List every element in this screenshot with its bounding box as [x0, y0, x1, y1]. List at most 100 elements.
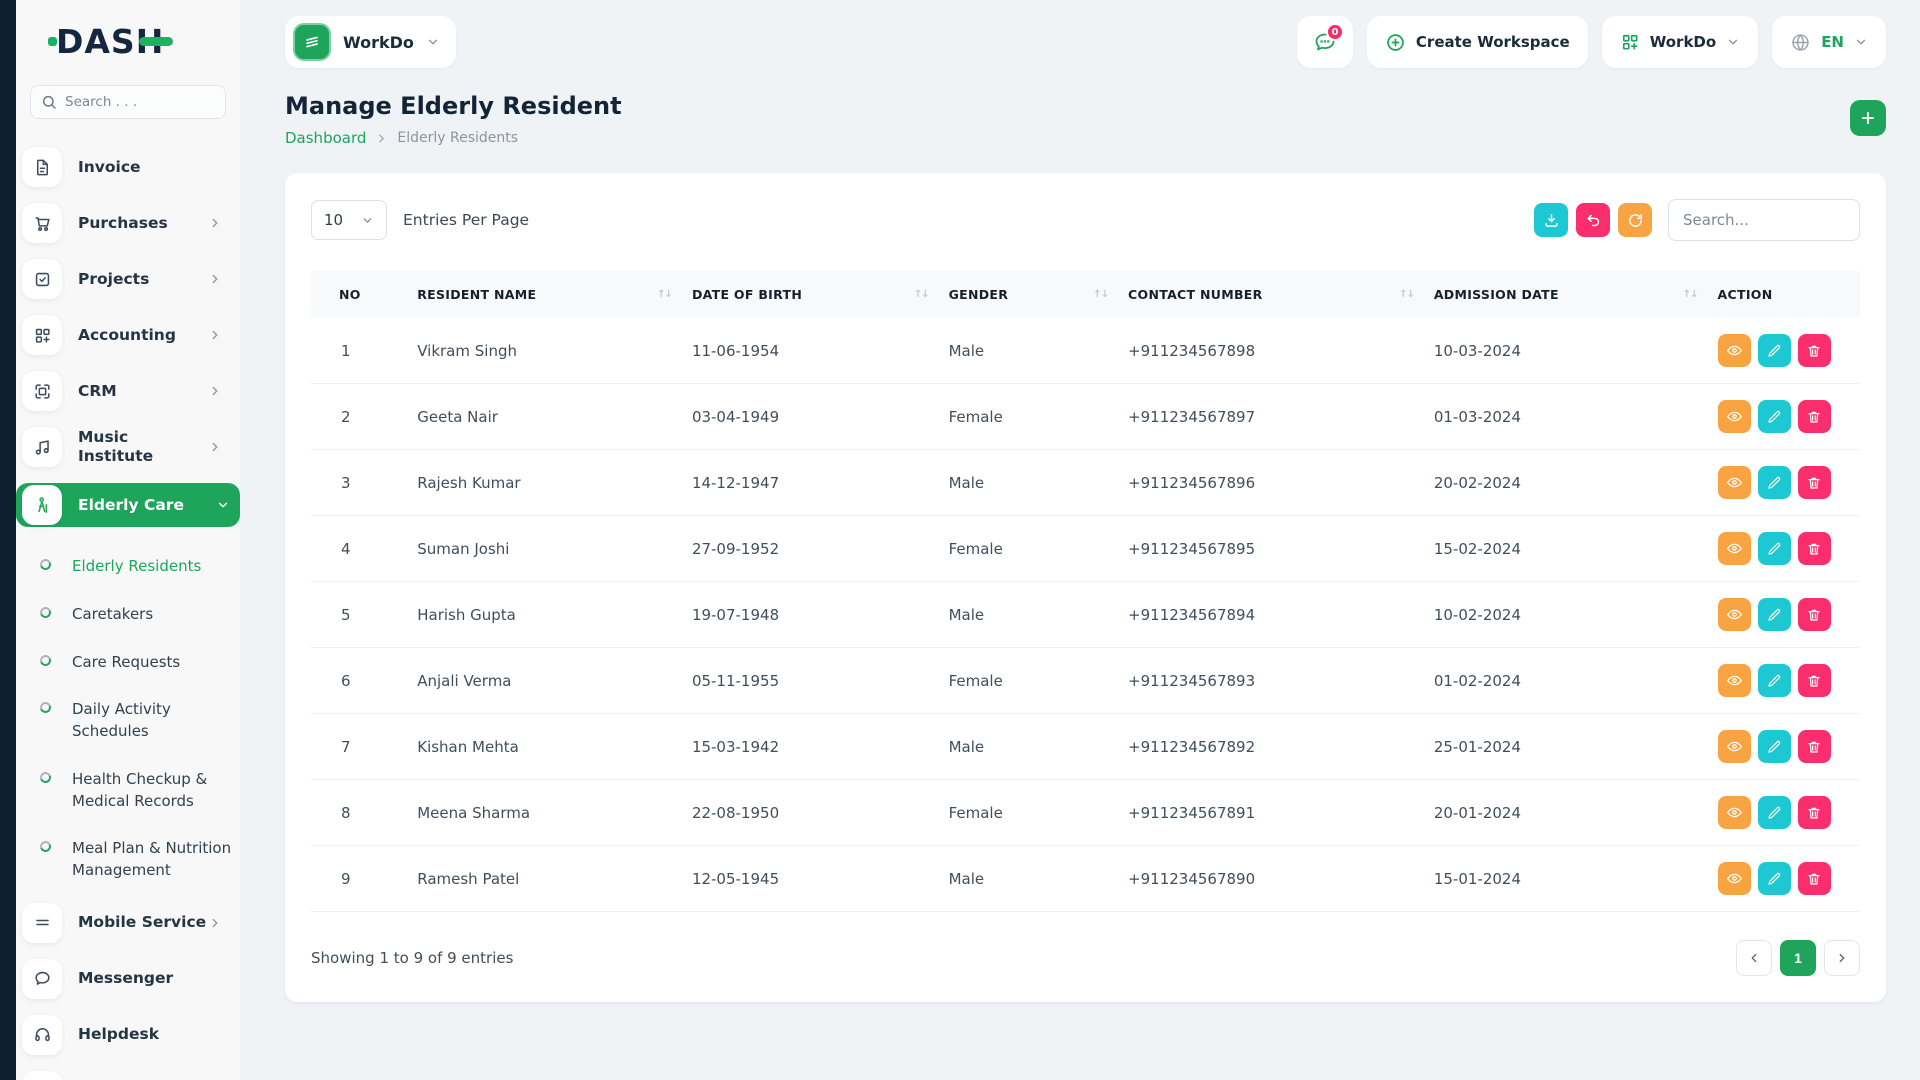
edit-button[interactable] [1757, 400, 1791, 433]
sidebar-subitem-caretakers[interactable]: Caretakers [22, 591, 232, 639]
sidebar-item-messenger[interactable]: Messenger [22, 958, 232, 999]
delete-button[interactable] [1797, 730, 1831, 763]
edit-button[interactable] [1757, 532, 1791, 565]
view-button[interactable] [1717, 796, 1751, 829]
view-button[interactable] [1717, 598, 1751, 631]
bullet-icon [38, 604, 53, 620]
delete-button[interactable] [1797, 598, 1831, 631]
sidebar-item-label: Purchases [78, 213, 168, 232]
sidebar-item-purchases[interactable]: Purchases [22, 203, 232, 243]
column-header-action: ACTION [1707, 271, 1860, 318]
chevron-right-icon [208, 440, 222, 454]
view-button[interactable] [1717, 730, 1751, 763]
sidebar-subitem-meal-plan-nutrition[interactable]: Meal Plan & Nutrition Management [22, 825, 232, 895]
view-button[interactable] [1717, 862, 1751, 895]
delete-button[interactable] [1797, 466, 1831, 499]
table-header-row: NO RESIDENT NAME ↑↓ DATE OF BIRTH ↑↓ GENDE… [311, 271, 1860, 318]
residents-table: NO RESIDENT NAME ↑↓ DATE OF BIRTH ↑↓ GENDE… [311, 271, 1860, 912]
delete-button[interactable] [1797, 334, 1831, 367]
messages-button[interactable]: 0 [1296, 16, 1353, 68]
chevron-right-icon [208, 328, 222, 342]
table-row: 6 Anjali Verma 05-11-1955 Female +9112345678… [311, 647, 1860, 714]
sidebar-subitem-care-requests[interactable]: Care Requests [22, 639, 232, 687]
view-button[interactable] [1717, 664, 1751, 697]
view-button[interactable] [1717, 400, 1751, 433]
entries-value: 10 [324, 211, 344, 229]
page-number-button[interactable]: 1 [1780, 940, 1816, 976]
workspace-switcher[interactable]: WorkDo [285, 16, 456, 68]
view-button[interactable] [1717, 466, 1751, 499]
delete-button[interactable] [1797, 400, 1831, 433]
app-logo: DASH [48, 22, 232, 61]
sidebar-subitem-daily-activity-schedules[interactable]: Daily Activity Schedules [22, 686, 232, 756]
workspace-logo-icon [293, 23, 331, 61]
sidebar-nav: Invoice Purchases Projects Accounting CR… [16, 147, 240, 1080]
breadcrumb-dashboard-link[interactable]: Dashboard [285, 129, 366, 147]
edit-button[interactable] [1757, 598, 1791, 631]
sidebar-item-label: Mobile Service [78, 913, 207, 932]
invoice-icon [22, 147, 62, 187]
main-area: WorkDo 0 Create Workspace WorkDo EN Mana… [240, 0, 1920, 1080]
edit-button[interactable] [1757, 334, 1791, 367]
sidebar-item-elderly-care[interactable]: Elderly Care [16, 483, 240, 527]
delete-button[interactable] [1797, 532, 1831, 565]
page-title: Manage Elderly Resident [285, 92, 622, 120]
view-button[interactable] [1717, 334, 1751, 367]
table-row: 1 Vikram Singh 11-06-1954 Male +911234567898… [311, 318, 1860, 384]
residents-card: 10 Entries Per Page Search... NO RESIDEN… [285, 173, 1886, 1002]
column-header-resident-name[interactable]: RESIDENT NAME ↑↓ [407, 271, 682, 318]
add-resident-button[interactable] [1850, 100, 1886, 136]
delete-button[interactable] [1797, 796, 1831, 829]
sidebar-item-crm[interactable]: CRM [22, 371, 232, 411]
sort-icon: ↑↓ [913, 289, 930, 300]
edit-button[interactable] [1757, 730, 1791, 763]
sidebar-item-projects[interactable]: Projects [22, 259, 232, 299]
sidebar-item-music-institute[interactable]: Music Institute [22, 427, 232, 467]
create-workspace-button[interactable]: Create Workspace [1366, 16, 1588, 68]
sidebar-item-accounting[interactable]: Accounting [22, 315, 232, 355]
sidebar-item-helpdesk[interactable]: Helpdesk [22, 1014, 232, 1055]
sidebar-item-settings[interactable]: Settings [22, 1070, 232, 1080]
prev-page-button[interactable] [1736, 940, 1772, 976]
pagination: 1 [1736, 940, 1860, 976]
logo-accent-bar [139, 37, 174, 46]
column-header-admission-date[interactable]: ADMISSION DATE ↑↓ [1423, 271, 1708, 318]
sidebar-item-invoice[interactable]: Invoice [22, 147, 232, 187]
table-search [1668, 199, 1860, 241]
view-button[interactable] [1717, 532, 1751, 565]
next-page-button[interactable] [1824, 940, 1860, 976]
column-header-contact-number[interactable]: CONTACT NUMBER ↑↓ [1118, 271, 1424, 318]
delete-button[interactable] [1797, 664, 1831, 697]
workdo-menu-label: WorkDo [1649, 33, 1717, 51]
check-square-icon [22, 259, 62, 299]
sidebar-item-label: Invoice [78, 157, 141, 176]
sidebar-item-label: Elderly Care [78, 495, 184, 514]
reset-undo-button[interactable] [1576, 203, 1610, 237]
refresh-button[interactable] [1618, 203, 1652, 237]
sidebar-item-mobile-service[interactable]: Mobile Service [22, 902, 232, 943]
sidebar-subitem-health-checkup-medical-records[interactable]: Health Checkup & Medical Records [22, 756, 232, 826]
edit-button[interactable] [1757, 862, 1791, 895]
language-selector[interactable]: EN [1772, 16, 1886, 68]
sidebar-subitem-elderly-residents[interactable]: Elderly Residents [22, 543, 232, 591]
bullet-icon [38, 700, 53, 716]
search-icon [42, 95, 56, 109]
column-header-date-of-birth[interactable]: DATE OF BIRTH ↑↓ [681, 271, 939, 318]
chevron-down-icon [1726, 35, 1740, 49]
sidebar-item-label: Projects [78, 269, 150, 288]
export-download-button[interactable] [1534, 203, 1568, 237]
menu-lines-icon [22, 902, 62, 943]
sidebar: DASH Invoice Purchases Projects [16, 0, 240, 1080]
subitem-label: Caretakers [72, 604, 154, 623]
bullet-icon [38, 769, 53, 785]
edit-button[interactable] [1757, 466, 1791, 499]
gear-icon [22, 1070, 62, 1080]
edit-button[interactable] [1757, 796, 1791, 829]
entries-per-page-select[interactable]: 10 [311, 200, 387, 240]
workdo-menu-button[interactable]: WorkDo [1601, 16, 1759, 68]
delete-button[interactable] [1797, 862, 1831, 895]
column-header-gender[interactable]: GENDER ↑↓ [938, 271, 1119, 318]
sidebar-search-input[interactable] [30, 85, 226, 119]
edit-button[interactable] [1757, 664, 1791, 697]
table-search-input[interactable] [1668, 199, 1860, 241]
